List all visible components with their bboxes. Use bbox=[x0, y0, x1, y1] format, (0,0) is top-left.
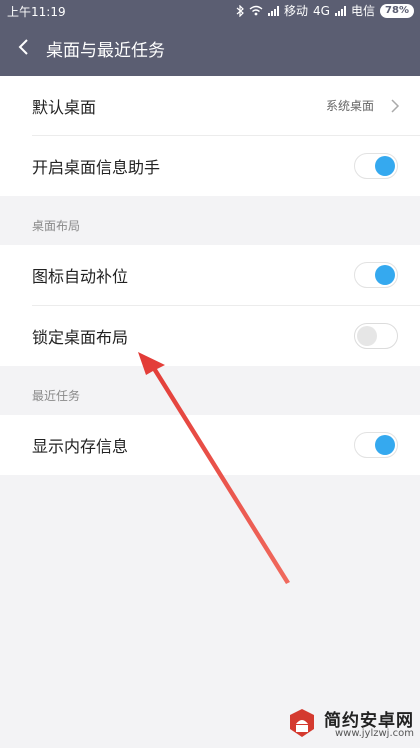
page-title: 桌面与最近任务 bbox=[46, 41, 165, 61]
row-lock-layout[interactable]: 锁定桌面布局 bbox=[0, 306, 420, 366]
toggle-knob bbox=[375, 265, 395, 285]
signal-icon bbox=[268, 5, 280, 16]
network-type: 4G bbox=[313, 3, 330, 18]
bluetooth-icon bbox=[236, 4, 244, 17]
row-info-assistant[interactable]: 开启桌面信息助手 bbox=[0, 136, 420, 196]
settings-group-layout: 图标自动补位 锁定桌面布局 bbox=[0, 245, 420, 366]
status-icons: 移动 4G 电信 78% bbox=[236, 2, 414, 19]
toggle-knob bbox=[375, 435, 395, 455]
row-label: 锁定桌面布局 bbox=[32, 328, 129, 347]
row-label: 图标自动补位 bbox=[32, 267, 129, 286]
memory-info-toggle[interactable] bbox=[354, 432, 398, 458]
android-logo-icon bbox=[290, 709, 314, 737]
row-label: 默认桌面 bbox=[32, 97, 97, 117]
lock-layout-toggle[interactable] bbox=[354, 323, 398, 349]
settings-group-recent: 显示内存信息 bbox=[0, 415, 420, 475]
toggle-knob bbox=[375, 156, 395, 176]
section-header-recent: 最近任务 bbox=[32, 389, 81, 403]
section-header-layout: 桌面布局 bbox=[32, 219, 81, 233]
watermark-url: www.jylzwj.com bbox=[334, 728, 414, 739]
status-time: 上午11:19 bbox=[7, 5, 66, 19]
carrier-2: 电信 bbox=[350, 4, 375, 18]
auto-fill-toggle[interactable] bbox=[354, 262, 398, 288]
row-label: 显示内存信息 bbox=[32, 437, 129, 456]
toggle-knob bbox=[357, 326, 377, 346]
row-default-desktop[interactable]: 默认桌面 系统桌面 bbox=[0, 76, 420, 135]
signal-icon-2 bbox=[334, 5, 346, 16]
battery-indicator: 78% bbox=[380, 3, 414, 18]
carrier-1: 移动 bbox=[284, 4, 309, 18]
row-memory-info[interactable]: 显示内存信息 bbox=[0, 415, 420, 475]
row-value: 系统桌面 bbox=[325, 99, 374, 113]
status-bar: 上午11:19 移动 4G 电信 78% bbox=[0, 0, 420, 20]
info-assistant-toggle[interactable] bbox=[354, 153, 398, 179]
row-label: 开启桌面信息助手 bbox=[32, 158, 161, 177]
watermark-logo: 简约安卓网 www.jylzwj.com bbox=[290, 704, 414, 744]
back-arrow-icon[interactable] bbox=[12, 34, 38, 60]
settings-group-general: 默认桌面 系统桌面 开启桌面信息助手 bbox=[0, 76, 420, 196]
chevron-right-icon bbox=[391, 99, 400, 113]
row-auto-fill[interactable]: 图标自动补位 bbox=[0, 245, 420, 305]
wifi-icon bbox=[249, 5, 263, 16]
app-header: 桌面与最近任务 bbox=[0, 20, 420, 76]
